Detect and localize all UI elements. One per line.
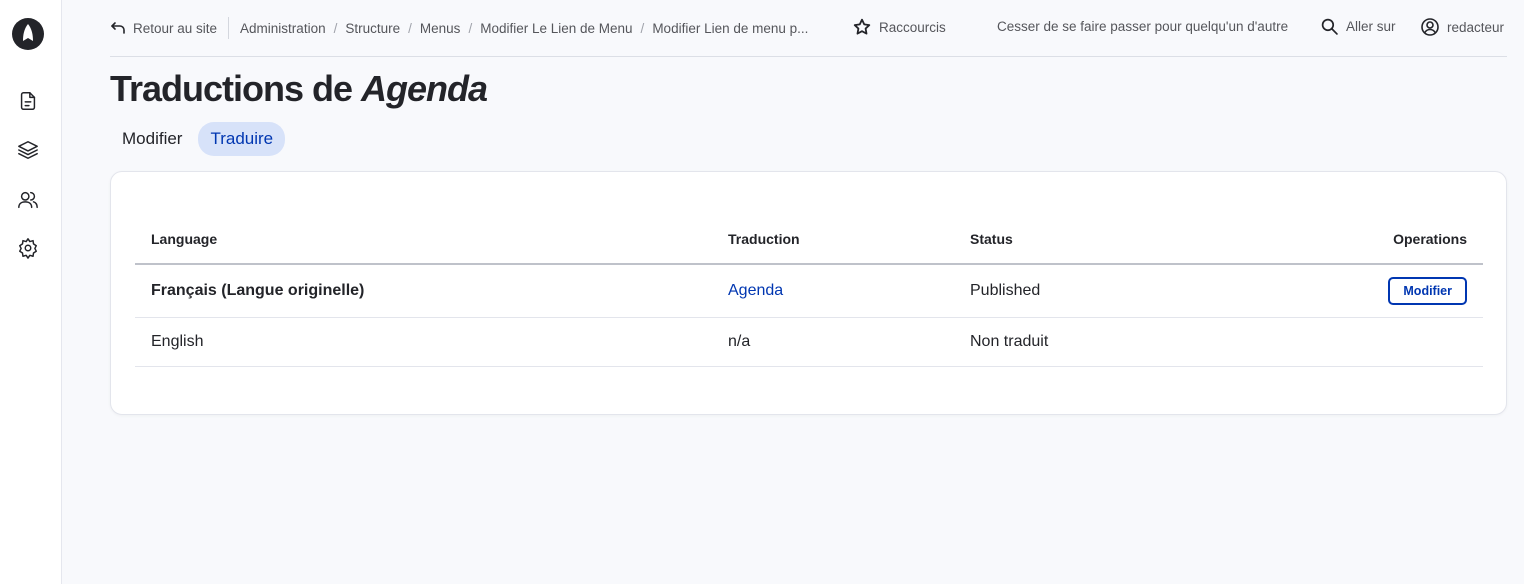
translation-link[interactable]: Agenda: [728, 282, 783, 299]
goto-label: Aller sur: [1346, 19, 1396, 34]
breadcrumb: Administration / Structure / Menus / Mod…: [240, 21, 808, 36]
breadcrumb-separator: /: [333, 20, 338, 36]
user-menu-button[interactable]: redacteur: [1421, 18, 1504, 36]
star-icon: [853, 18, 871, 35]
breadcrumb-edit-menu-link-current[interactable]: Modifier Lien de menu p...: [652, 21, 808, 36]
stop-impersonating-link[interactable]: Cesser de se faire passer pour quelqu'un…: [997, 19, 1288, 34]
stop-impersonating-label: Cesser de se faire passer pour quelqu'un…: [997, 19, 1289, 34]
cell-operations: [1254, 317, 1483, 367]
local-tasks: Modifier Traduire: [110, 122, 286, 156]
translations-table: Language Traduction Status Operations Fr…: [135, 214, 1483, 367]
page-title: Traductions de Agenda: [110, 68, 488, 110]
back-to-site-link[interactable]: Retour au site: [110, 17, 230, 39]
breadcrumb-separator: /: [468, 20, 473, 36]
breadcrumb-edit-menu-link[interactable]: Modifier Le Lien de Menu: [480, 21, 632, 36]
breadcrumb-administration[interactable]: Administration: [240, 21, 326, 36]
rocket-icon: [23, 24, 33, 41]
table-row: English n/a Non traduit: [135, 317, 1483, 367]
top-bar: Retour au site Administration / Structur…: [110, 0, 1507, 57]
admin-toolbar: [0, 0, 62, 584]
table-header-row: Language Traduction Status Operations: [135, 214, 1483, 265]
header-translation: Traduction: [712, 214, 954, 265]
cell-operations: Modifier: [1254, 264, 1483, 318]
breadcrumb-menus[interactable]: Menus: [420, 21, 461, 36]
tab-traduire[interactable]: Traduire: [198, 122, 286, 156]
user-name: redacteur: [1447, 19, 1505, 35]
header-language: Language: [135, 214, 712, 265]
cell-language: Français (Langue originelle): [135, 264, 712, 318]
drupal-logo[interactable]: [12, 18, 44, 50]
goto-button[interactable]: Aller sur: [1321, 18, 1396, 35]
table-row: Français (Langue originelle) Agenda Publ…: [135, 264, 1483, 318]
page-title-entity: Agenda: [361, 68, 488, 109]
breadcrumb-structure[interactable]: Structure: [345, 21, 400, 36]
breadcrumb-separator: /: [640, 20, 645, 36]
content-icon[interactable]: [17, 90, 39, 112]
search-icon: [1321, 18, 1338, 35]
cell-status: Published: [954, 264, 1254, 318]
structure-icon[interactable]: [17, 139, 39, 161]
cell-translation: n/a: [712, 317, 954, 367]
edit-translation-button[interactable]: Modifier: [1388, 276, 1467, 305]
translations-card: Language Traduction Status Operations Fr…: [110, 171, 1507, 415]
header-operations: Operations: [1254, 214, 1483, 265]
back-arrow-icon: [111, 22, 125, 34]
breadcrumb-separator: /: [408, 20, 412, 36]
back-to-site-label: Retour au site: [133, 20, 218, 36]
user-icon: [1421, 18, 1439, 36]
people-icon[interactable]: [17, 189, 39, 211]
config-icon[interactable]: [17, 237, 39, 259]
header-status: Status: [954, 214, 1254, 265]
cell-language: English: [135, 317, 712, 367]
shortcuts-label: Raccourcis: [879, 19, 946, 35]
cell-status: Non traduit: [954, 317, 1254, 367]
cell-translation: Agenda: [712, 264, 954, 318]
shortcuts-button[interactable]: Raccourcis: [853, 18, 946, 36]
page-title-prefix: Traductions de: [110, 68, 362, 109]
tab-modifier[interactable]: Modifier: [110, 122, 194, 156]
